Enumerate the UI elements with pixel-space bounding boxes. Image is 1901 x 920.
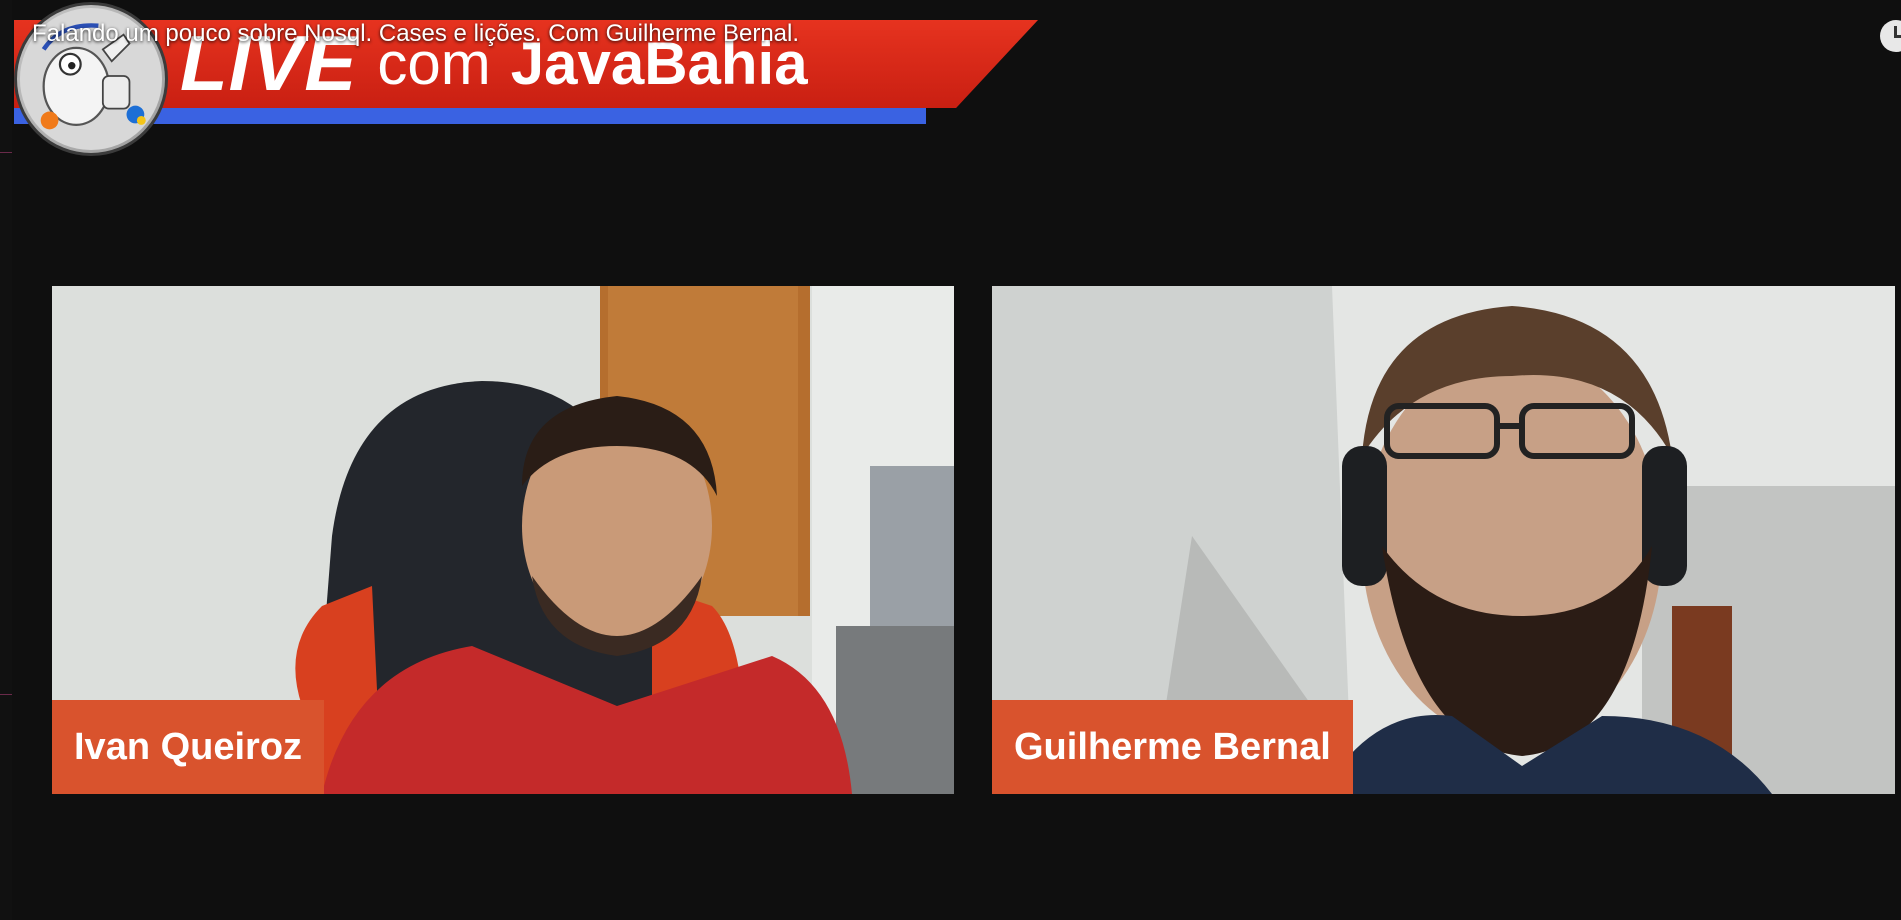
participant-tile-ivan: Ivan Queiroz (52, 286, 954, 794)
video-player[interactable]: LIVE com JavaBahia Falando um pouco sobr… (0, 0, 1901, 920)
edge-mark (0, 152, 12, 153)
edge-mark (0, 694, 12, 695)
participant-tile-guilherme: Guilherme Bernal (992, 286, 1895, 794)
video-title[interactable]: Falando um pouco sobre Nosql. Cases e li… (32, 20, 799, 48)
clock-icon[interactable] (1880, 20, 1901, 52)
left-edge-strip (0, 0, 12, 920)
participant-nameplate: Guilherme Bernal (992, 700, 1353, 794)
participant-nameplate: Ivan Queiroz (52, 700, 325, 794)
